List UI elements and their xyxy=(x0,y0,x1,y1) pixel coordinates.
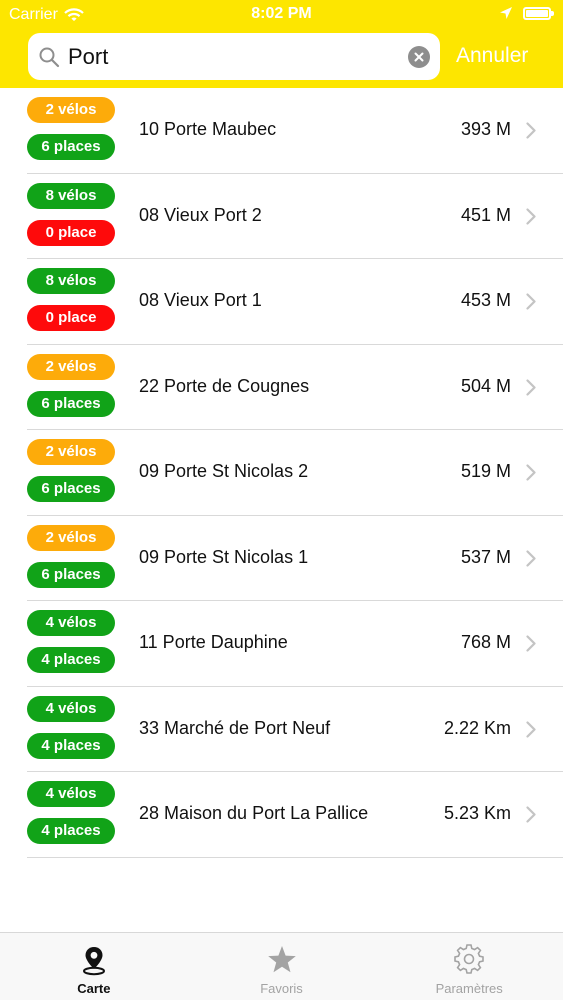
station-name: 09 Porte St Nicolas 2 xyxy=(139,461,309,481)
tab-bar: Carte Favoris Paramètres xyxy=(0,932,563,1000)
station-row[interactable]: 4 vélos 4 places 28 Maison du Port La Pall… xyxy=(0,772,563,858)
places-available-badge: 6 places xyxy=(27,561,115,588)
chevron-right-icon xyxy=(526,806,536,823)
map-pin-icon xyxy=(82,947,105,976)
places-available-badge: 4 places xyxy=(27,818,115,844)
tab-favoris[interactable]: Favoris xyxy=(188,933,376,1000)
app-header: Carrier 8:02 PM Annuler xyxy=(0,0,563,88)
chevron-right-icon xyxy=(526,635,536,652)
station-row[interactable]: 4 vélos 4 places 33 Marché de Port Neuf 2.2… xyxy=(0,687,563,773)
bikes-available-badge: 8 vélos xyxy=(27,268,115,294)
bikes-available-badge: 4 vélos xyxy=(27,610,115,636)
places-available-badge: 6 places xyxy=(27,476,115,502)
cancel-button[interactable]: Annuler xyxy=(456,44,528,68)
chevron-right-icon xyxy=(526,122,536,139)
chevron-right-icon xyxy=(526,378,536,396)
chevron-right-icon xyxy=(526,207,536,225)
battery-icon xyxy=(523,6,554,20)
places-available-badge: 4 places xyxy=(27,732,115,759)
station-name: 08 Vieux Port 1 xyxy=(139,290,262,310)
station-distance: 393 M xyxy=(460,119,511,139)
places-available-badge: 4 places xyxy=(27,647,115,673)
places-available-badge: 0 place xyxy=(27,219,115,246)
bikes-available-badge: 2 vélos xyxy=(27,97,115,123)
bikes-available-badge: 2 vélos xyxy=(27,439,115,465)
station-row[interactable]: 8 vélos 0 place 08 Vieux Port 1 453 M xyxy=(0,259,563,345)
station-distance: 768 M xyxy=(460,632,511,652)
chevron-right-icon xyxy=(526,293,536,310)
tab-label: Carte xyxy=(77,981,111,996)
station-name: 28 Maison du Port La Pallice xyxy=(139,803,369,823)
gear-icon xyxy=(454,944,484,974)
station-row[interactable]: 4 vélos 4 places 11 Porte Dauphine 768 M xyxy=(0,601,563,687)
station-list: 2 vélos 6 places 10 Porte Maubec 393 M 8 vél… xyxy=(0,88,563,858)
chevron-right-icon xyxy=(526,549,536,567)
station-row[interactable]: 2 vélos 6 places 22 Porte de Cougnes 504 M xyxy=(0,345,563,431)
places-available-badge: 6 places xyxy=(27,134,115,160)
bikes-available-badge: 2 vélos xyxy=(27,353,115,380)
clock: 8:02 PM xyxy=(251,5,312,22)
bikes-available-badge: 4 vélos xyxy=(27,781,115,807)
station-name: 33 Marché de Port Neuf xyxy=(139,717,331,738)
station-distance: 504 M xyxy=(460,375,511,396)
chevron-right-icon xyxy=(526,720,536,738)
close-icon xyxy=(414,52,424,62)
bikes-available-badge: 4 vélos xyxy=(27,695,115,722)
bikes-available-badge: 8 vélos xyxy=(27,182,115,209)
tab-label: Paramètres xyxy=(435,981,503,996)
places-available-badge: 0 place xyxy=(27,305,115,331)
station-row[interactable]: 2 vélos 6 places 10 Porte Maubec 393 M xyxy=(0,88,563,174)
station-distance: 537 M xyxy=(460,546,511,567)
station-row[interactable]: 2 vélos 6 places 09 Porte St Nicolas 1 537 … xyxy=(0,516,563,602)
station-name: 08 Vieux Port 2 xyxy=(139,204,262,225)
places-available-badge: 6 places xyxy=(27,390,115,417)
chevron-right-icon xyxy=(526,464,536,481)
location-arrow-icon xyxy=(500,7,512,19)
station-name: 10 Porte Maubec xyxy=(139,119,277,139)
tab-parametres[interactable]: Paramètres xyxy=(375,933,563,1000)
search-bar[interactable] xyxy=(28,33,440,80)
station-distance: 5.23 Km xyxy=(443,803,511,823)
station-name: 11 Porte Dauphine xyxy=(139,632,288,652)
status-bar: Carrier 8:02 PM xyxy=(0,0,563,30)
search-icon xyxy=(39,47,60,68)
tab-label: Favoris xyxy=(260,981,303,996)
clear-search-button[interactable] xyxy=(408,46,430,68)
station-name: 22 Porte de Cougnes xyxy=(139,375,310,396)
star-icon xyxy=(267,946,296,973)
tab-carte[interactable]: Carte xyxy=(0,933,188,1000)
station-distance: 451 M xyxy=(460,204,511,225)
station-row[interactable]: 8 vélos 0 place 08 Vieux Port 2 451 M xyxy=(0,174,563,260)
bikes-available-badge: 2 vélos xyxy=(27,524,115,551)
station-distance: 2.22 Km xyxy=(443,717,511,738)
station-row[interactable]: 2 vélos 6 places 09 Porte St Nicolas 2 519 … xyxy=(0,430,563,516)
station-name: 09 Porte St Nicolas 1 xyxy=(139,546,309,567)
search-input[interactable] xyxy=(68,41,398,73)
station-distance: 519 M xyxy=(460,461,511,481)
station-distance: 453 M xyxy=(460,290,511,310)
